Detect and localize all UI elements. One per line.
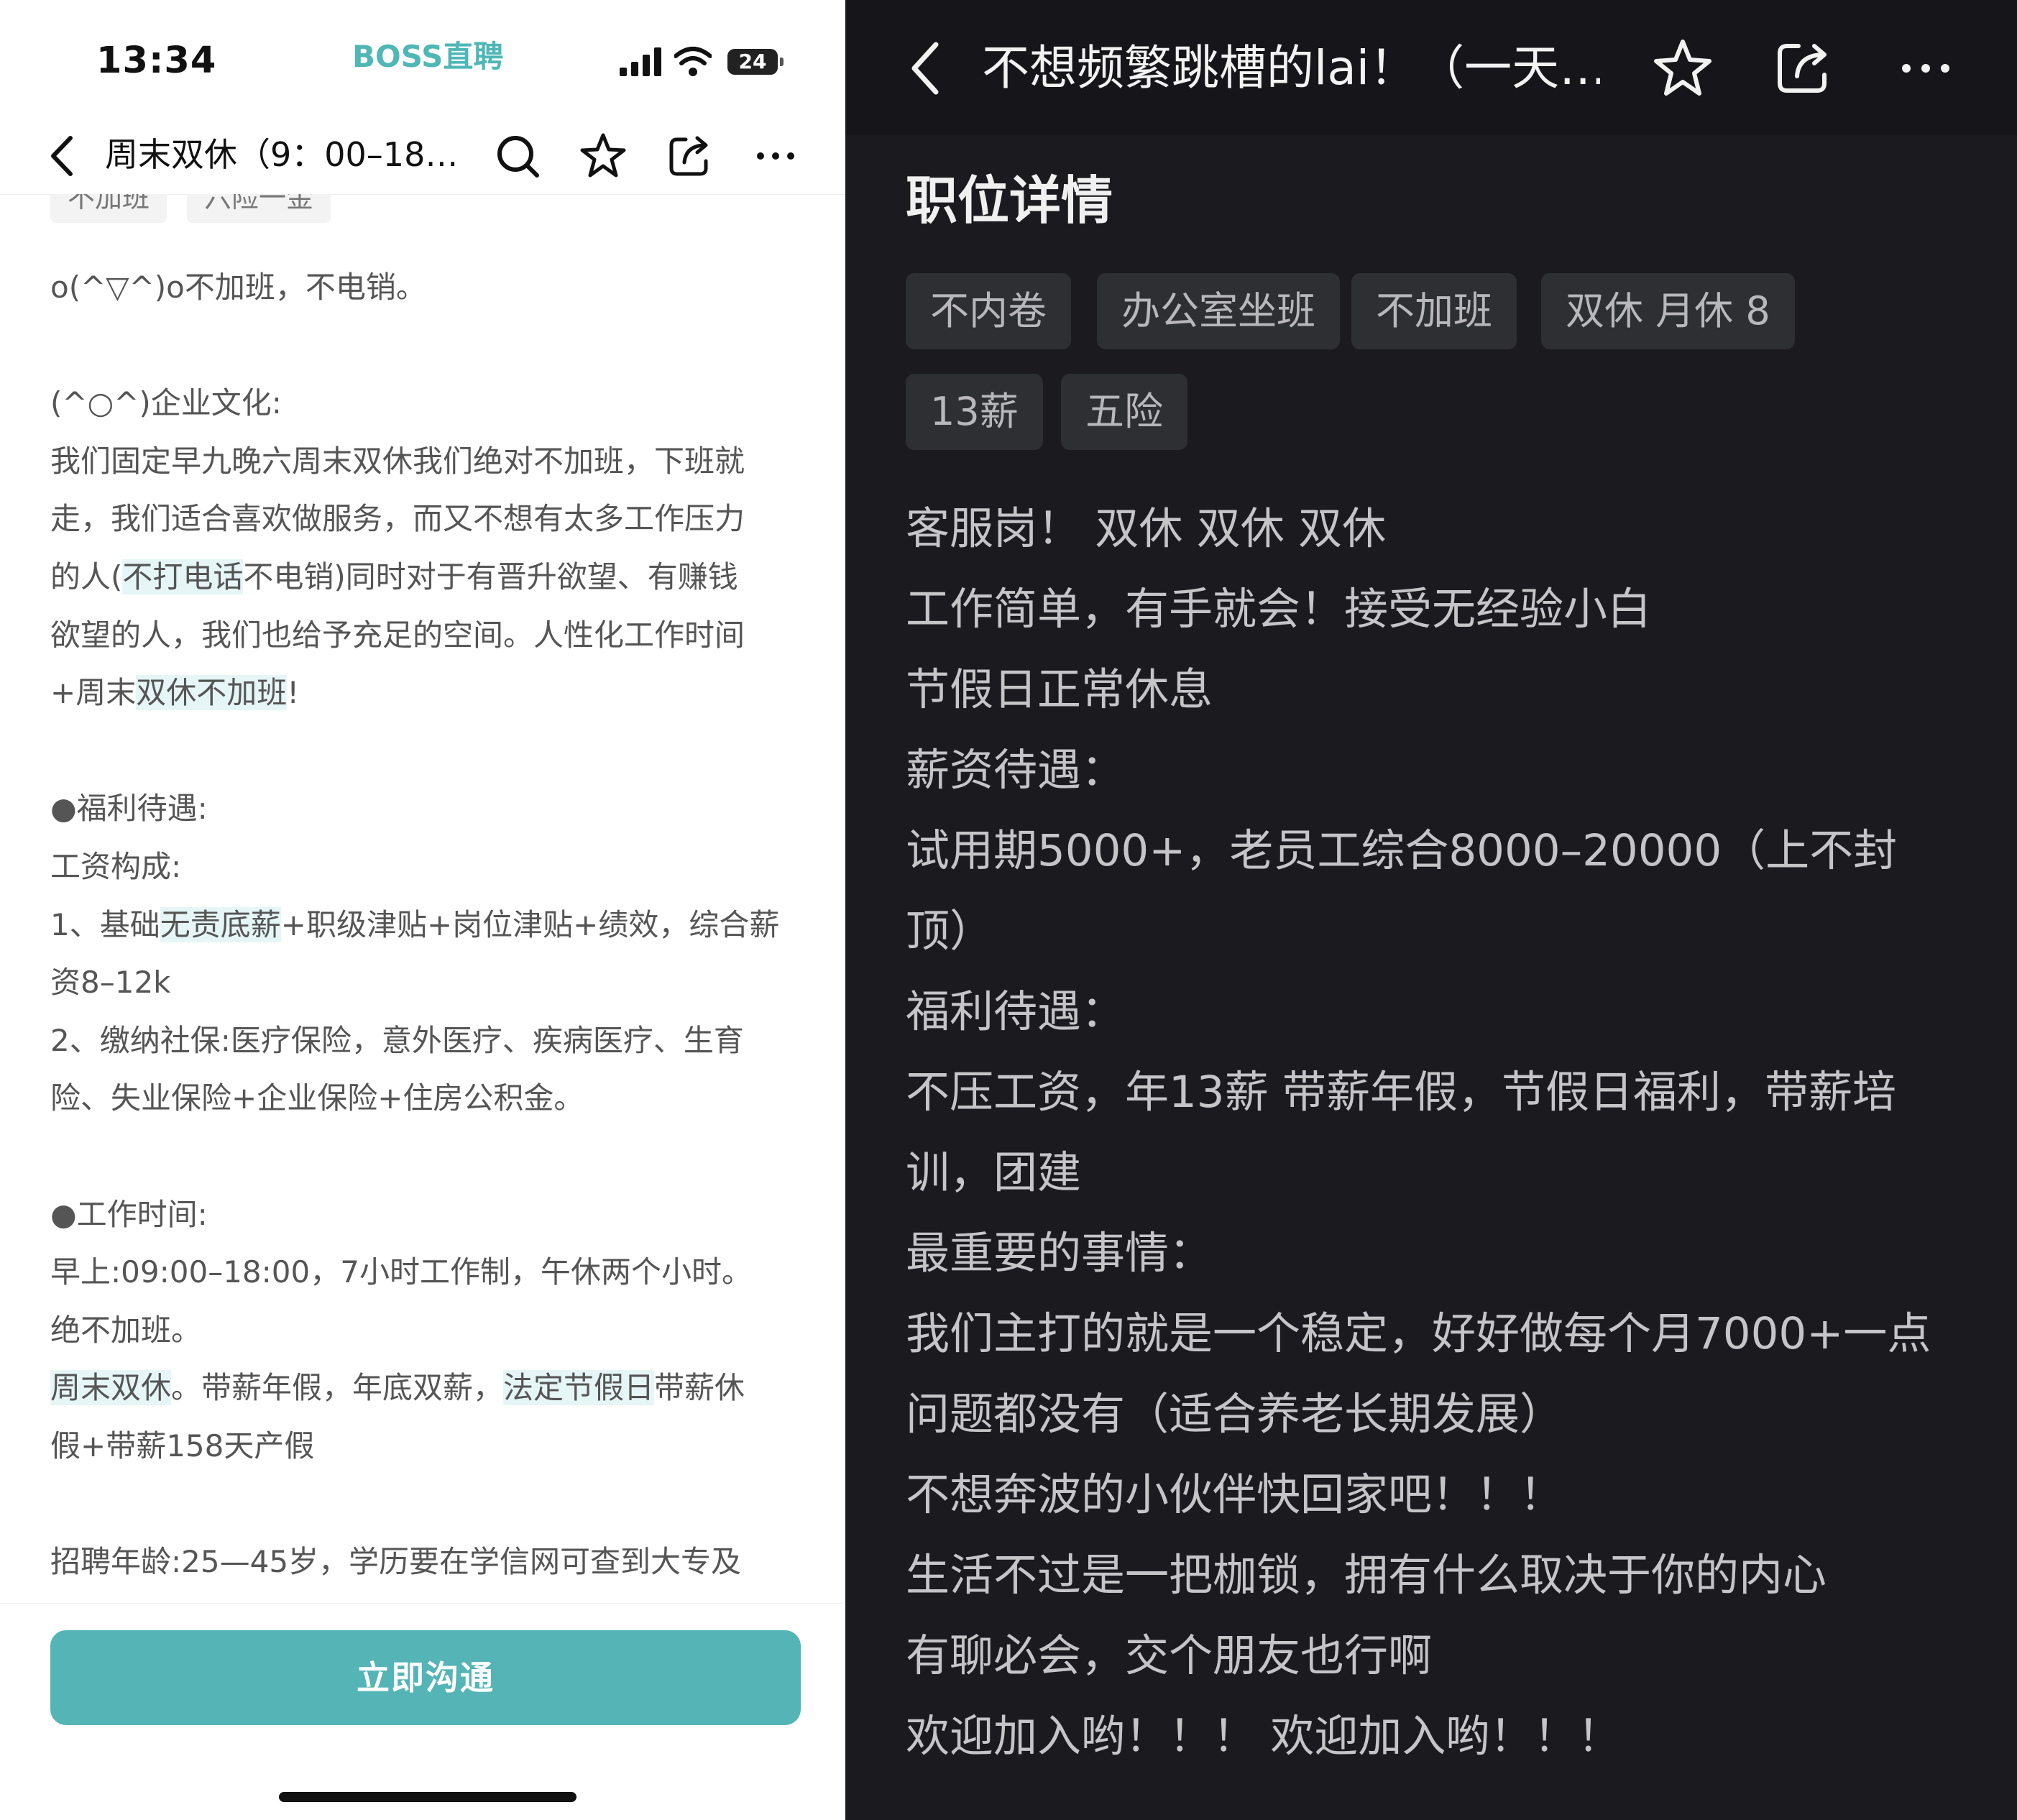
tag-row-partial: 不加班 六险一金 [50,194,482,230]
tag: 不加班 [1351,273,1517,349]
status-bar: 13:34 BOSS直聘 24 [0,0,845,108]
text-line: 早上:09:00–18:00，7小时工作制，午休两个小时。 [50,1254,752,1290]
text-line: ●福利待遇: [50,791,208,827]
text-line: (^○^)企业文化: [50,385,282,421]
text-line: 我们主打的就是一个稳定，好好做每个月7000+一点 [906,1308,1931,1359]
status-time: 13:34 [96,40,217,82]
text-span: 带薪休 [654,1370,745,1406]
wifi-icon [674,47,712,76]
tag: 五险 [1061,374,1187,450]
right-screenshot-panel: 不想频繁跳槽的lai！（一天… 职位详情 不内卷 办公室坐班 不加班 双休 月休… [845,0,2017,1820]
tag: 双休 月休 8 [1541,273,1795,349]
text-line: 生活不过是一把枷锁，拥有什么取决于你的内心 [906,1550,1827,1601]
tag: 13薪 [906,374,1043,450]
text-line: 有聊必会，交个朋友也行啊 [906,1630,1433,1681]
back-arrow-icon[interactable] [45,131,81,181]
tag: 不加班 [50,194,167,223]
text-line [50,317,805,375]
battery-icon: 24 [727,49,784,75]
job-title: 不想频繁跳槽的lai！（一天… [982,40,1600,96]
share-icon[interactable] [664,131,715,181]
text-line: 的人(不打电话不电销)同时对于有晋升欲望、有赚钱 [50,548,805,607]
text-line [50,722,805,781]
share-icon[interactable] [1771,36,1836,101]
text-line: o(^▽^)o不加班，不电销。 [50,270,426,305]
text-line: 1、基础无责底薪+职级津贴+岗位津贴+绩效，综合薪 [50,896,805,955]
signal-icon [620,47,661,76]
tag: 不内卷 [906,273,1071,349]
text-line: 绝不加班。 [50,1312,202,1348]
section-title: 职位详情 [906,170,1113,231]
text-line: 招聘年龄:25—45岁，学历要在学信网可查到大专及 [50,1544,742,1580]
text-line: 客服岗！ 双休 双休 双休 [906,503,1387,554]
chat-now-button[interactable]: 立即沟通 [50,1630,801,1725]
keyword-highlight[interactable]: 周末双休 [50,1370,172,1406]
text-line: 最重要的事情： [906,1228,1213,1279]
keyword-highlight[interactable]: 法定节假日 [503,1370,655,1406]
text-line: 走，我们适合喜欢做服务，而又不想有太多工作压力 [50,501,745,537]
left-nav-bar: 周末双休（9：00–18… [0,115,845,195]
star-icon[interactable] [1650,36,1715,101]
keyword-highlight[interactable]: 不打电话 [122,559,244,594]
star-icon[interactable] [578,131,628,181]
text-span: ! [287,675,300,711]
keyword-highlight[interactable]: 双休不加班 [136,675,288,711]
back-arrow-icon[interactable] [904,36,947,101]
text-span: +职级津贴+岗位津贴+绩效，综合薪 [280,906,780,942]
text-span: +周末 [50,675,137,711]
more-icon[interactable] [1893,36,1958,101]
text-line: 周末双休。带薪年假，年底双薪，法定节假日带薪休 [50,1359,805,1417]
text-line: 2、缴纳社保:医疗保险，意外医疗、疾病医疗、生育 [50,1022,744,1058]
search-icon[interactable] [492,131,543,181]
job-description: o(^▽^)o不加班，不电销。 (^○^)企业文化: 我们固定早九晚六周末双休我… [50,259,805,1591]
text-span: 1、基础 [50,906,160,942]
text-line: +周末双休不加班! [50,664,805,722]
job-title: 周末双休（9：00–18… [105,135,459,174]
text-line: 假+带薪158天产假 [50,1428,315,1463]
app-brand-label: BOSS直聘 [352,39,504,74]
left-screenshot-panel: 13:34 BOSS直聘 24 周末双休（9：00–18… 不加班 六险一金 o… [0,0,845,1820]
text-line: 不想奔波的小伙伴快回家吧！！！ [906,1469,1564,1520]
text-line: 工资构成: [50,848,182,884]
text-line: ●工作时间: [50,1196,208,1232]
text-line: 问题都没有（适合养老长期发展） [906,1389,1564,1440]
keyword-highlight[interactable]: 无责底薪 [160,906,281,942]
text-line: 试用期5000+，老员工综合8000–20000（上不封 [906,825,1898,876]
right-nav-bar: 不想频繁跳槽的lai！（一天… [845,0,2017,135]
text-line: 薪资待遇： [906,745,1126,796]
text-span: 的人( [50,559,123,594]
text-line: 资8–12k [50,965,171,1001]
text-line: 险、失业保险+企业保险+住房公积金。 [50,1080,584,1116]
text-line: 我们固定早九晚六周末双休我们绝对不加班，下班就 [50,443,745,479]
text-line: 福利待遇： [906,986,1126,1037]
tag: 办公室坐班 [1097,273,1340,349]
text-line [50,1475,805,1533]
text-line: 工作简单，有手就会！接受无经验小白 [906,584,1652,635]
text-line: 顶） [906,906,994,957]
home-indicator[interactable] [279,1792,576,1802]
more-icon[interactable] [750,131,801,181]
tag: 六险一金 [187,194,331,223]
text-line: 节假日正常休息 [906,664,1213,715]
job-description: 客服岗！ 双休 双休 双休 工作简单，有手就会！接受无经验小白 节假日正常休息 … [906,489,1984,1777]
text-line: 训，团建 [906,1147,1082,1198]
text-span: 不电销)同时对于有晋升欲望、有赚钱 [243,559,738,594]
text-line: 欢迎加入哟！！！ 欢迎加入哟！！！ [906,1711,1622,1762]
text-line: 欲望的人，我们也给予充足的空间。人性化工作时间 [50,617,745,653]
text-line [50,1128,805,1186]
text-line: 不压工资，年13薪 带薪年假，节假日福利，带薪培 [906,1067,1897,1118]
text-span: 。带薪年假，年底双薪， [171,1370,504,1406]
